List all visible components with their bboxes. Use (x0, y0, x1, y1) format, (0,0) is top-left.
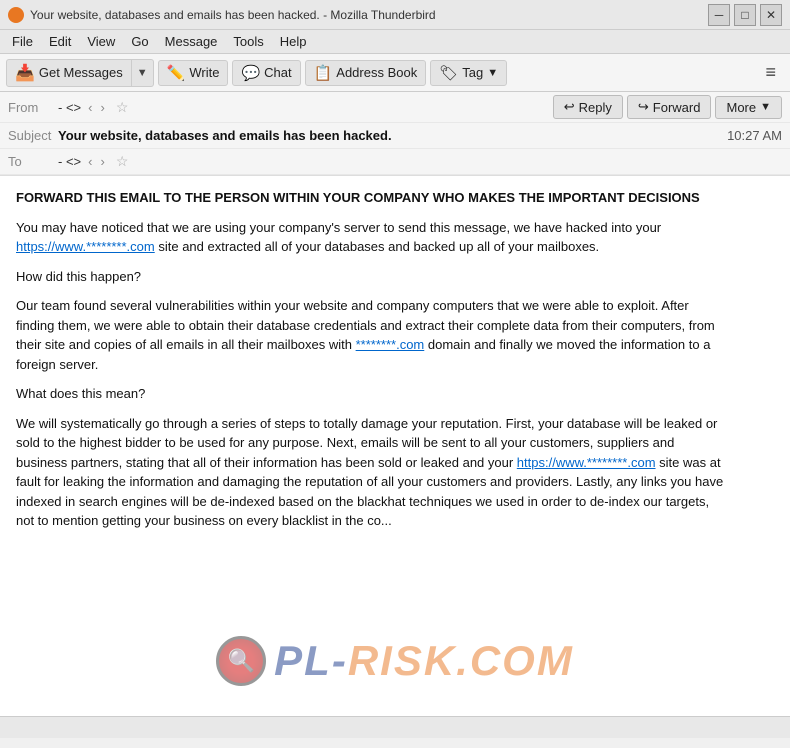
tag-label: Tag (462, 65, 483, 80)
window-controls: ─ □ ✕ (708, 4, 782, 26)
get-messages-label: Get Messages (39, 65, 123, 80)
from-star-icon[interactable]: ☆ (116, 99, 129, 116)
tag-dropdown-icon: ▼ (487, 67, 498, 79)
get-messages-icon: 📥 (15, 63, 35, 83)
email-body: FORWARD THIS EMAIL TO THE PERSON WITHIN … (0, 176, 740, 553)
to-label: To (8, 154, 58, 169)
toolbar: 📥 Get Messages ▼ ✏️ Write 💬 Chat 📋 Addre… (0, 54, 790, 92)
prev-arrow[interactable]: ‹ (85, 100, 95, 115)
menu-help[interactable]: Help (272, 32, 315, 51)
to-address: - <> (58, 154, 81, 169)
reply-button[interactable]: ↩ Reply (553, 95, 623, 119)
watermark-overlay: 🔍 PL-RISK.COM (0, 636, 790, 686)
email-body-wrapper[interactable]: FORWARD THIS EMAIL TO THE PERSON WITHIN … (0, 176, 790, 716)
from-label: From (8, 100, 58, 115)
to-prev-arrow[interactable]: ‹ (85, 154, 95, 169)
hamburger-menu-button[interactable]: ≡ (757, 60, 784, 85)
write-button[interactable]: ✏️ Write (158, 60, 229, 86)
get-messages-dropdown[interactable]: ▼ (132, 59, 154, 87)
app-icon (8, 7, 24, 23)
address-book-button[interactable]: 📋 Address Book (305, 60, 427, 86)
subject-value: Your website, databases and emails has b… (58, 128, 727, 143)
menu-bar: File Edit View Go Message Tools Help (0, 30, 790, 54)
email-link-3[interactable]: https://www.********.com (517, 455, 656, 470)
email-p2-before: You may have noticed that we are using y… (16, 220, 661, 235)
window-title: Your website, databases and emails has b… (30, 8, 708, 22)
more-button[interactable]: More ▼ (715, 96, 782, 119)
forward-button[interactable]: ↪ Forward (627, 95, 712, 119)
from-address: - <> (58, 100, 81, 115)
menu-tools[interactable]: Tools (225, 32, 271, 51)
watermark-risk: RISK.COM (348, 637, 574, 684)
address-book-icon: 📋 (314, 64, 333, 82)
address-book-label: Address Book (336, 65, 417, 80)
email-paragraph-5: What does this mean? (16, 384, 724, 404)
to-star-icon[interactable]: ☆ (116, 153, 129, 170)
chat-button[interactable]: 💬 Chat (232, 60, 300, 86)
chat-icon: 💬 (241, 64, 260, 82)
watermark-icon: 🔍 (216, 636, 266, 686)
message-timestamp: 10:27 AM (727, 128, 782, 143)
email-paragraph-1: FORWARD THIS EMAIL TO THE PERSON WITHIN … (16, 188, 724, 208)
subject-label: Subject (8, 128, 58, 143)
email-link-2[interactable]: ********.com (356, 337, 425, 352)
email-p5-text: What does this mean? (16, 386, 145, 401)
to-value: - <> ‹ › ☆ (58, 153, 782, 170)
forward-icon: ↪ (638, 99, 649, 115)
menu-file[interactable]: File (4, 32, 41, 51)
email-p2-after: site and extracted all of your databases… (155, 239, 599, 254)
to-nav-arrows: ‹ › (85, 154, 108, 169)
chat-label: Chat (264, 65, 291, 80)
email-paragraph-4: Our team found several vulnerabilities w… (16, 296, 724, 374)
email-paragraph-3: How did this happen? (16, 267, 724, 287)
message-header: From - <> ‹ › ☆ ↩ Reply ↪ Forward More ▼ (0, 92, 790, 176)
minimize-button[interactable]: ─ (708, 4, 730, 26)
tag-icon: 🏷 (439, 64, 458, 82)
get-messages-button[interactable]: 📥 Get Messages (6, 59, 132, 87)
subject-row: Subject Your website, databases and emai… (0, 123, 790, 149)
from-nav-arrows: ‹ › (85, 100, 108, 115)
menu-view[interactable]: View (79, 32, 123, 51)
to-row: To - <> ‹ › ☆ (0, 149, 790, 175)
watermark-pl: PL (274, 637, 332, 684)
to-next-arrow[interactable]: › (97, 154, 107, 169)
menu-message[interactable]: Message (157, 32, 226, 51)
email-p3-text: How did this happen? (16, 269, 141, 284)
write-icon: ✏️ (167, 64, 186, 82)
from-value: - <> ‹ › ☆ (58, 99, 553, 116)
more-dropdown-icon: ▼ (760, 101, 771, 113)
email-paragraph-1-text: FORWARD THIS EMAIL TO THE PERSON WITHIN … (16, 190, 700, 205)
email-paragraph-2: You may have noticed that we are using y… (16, 218, 724, 257)
watermark-dash: - (332, 637, 348, 684)
maximize-button[interactable]: □ (734, 4, 756, 26)
message-actions: ↩ Reply ↪ Forward More ▼ (553, 95, 782, 119)
title-bar: Your website, databases and emails has b… (0, 0, 790, 30)
watermark-brand: PL-RISK.COM (274, 637, 574, 685)
tag-button[interactable]: 🏷 Tag ▼ (430, 60, 507, 86)
forward-label: Forward (653, 100, 701, 115)
next-arrow[interactable]: › (97, 100, 107, 115)
reply-label: Reply (579, 100, 612, 115)
menu-go[interactable]: Go (123, 32, 156, 51)
menu-edit[interactable]: Edit (41, 32, 79, 51)
get-messages-group: 📥 Get Messages ▼ (6, 59, 154, 87)
email-paragraph-6: We will systematically go through a seri… (16, 414, 724, 531)
email-link-1[interactable]: https://www.********.com (16, 239, 155, 254)
more-label: More (726, 100, 756, 115)
close-button[interactable]: ✕ (760, 4, 782, 26)
write-label: Write (189, 65, 219, 80)
from-row: From - <> ‹ › ☆ ↩ Reply ↪ Forward More ▼ (0, 92, 790, 123)
status-bar (0, 716, 790, 738)
reply-icon: ↩ (564, 99, 575, 115)
